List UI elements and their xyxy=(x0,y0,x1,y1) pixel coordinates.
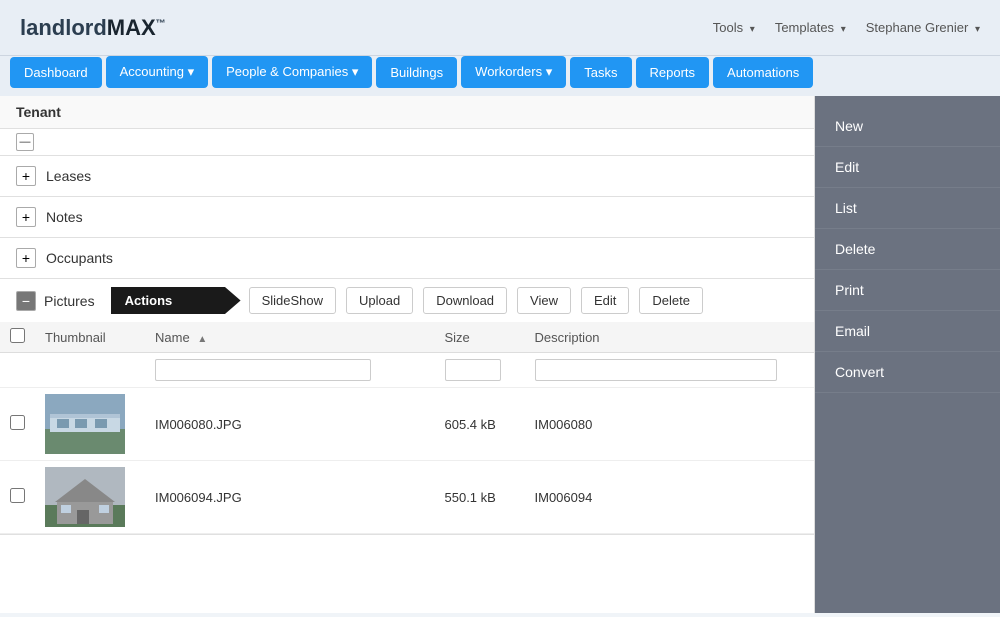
row1-thumbnail-cell xyxy=(35,388,145,461)
filter-size-cell xyxy=(435,353,525,388)
tenant-label-text: Tenant xyxy=(16,104,61,120)
nav-dashboard[interactable]: Dashboard xyxy=(10,57,102,88)
edit-pictures-button[interactable]: Edit xyxy=(581,287,629,314)
nav-automations[interactable]: Automations xyxy=(713,57,813,88)
select-all-checkbox[interactable] xyxy=(10,328,25,343)
row2-thumbnail xyxy=(45,467,125,527)
nav-accounting[interactable]: Accounting ▾ xyxy=(106,56,208,88)
col-description-header: Description xyxy=(525,322,815,353)
app-header: landlordMAX™ Tools ▾ Templates ▾ Stephan… xyxy=(0,0,1000,56)
leases-label: Leases xyxy=(46,168,91,184)
filter-thumbnail-cell xyxy=(35,353,145,388)
row1-size: 605.4 kB xyxy=(435,388,525,461)
menu-email[interactable]: Email xyxy=(815,311,1000,352)
menu-delete[interactable]: Delete xyxy=(815,229,1000,270)
tools-arrow: ▾ xyxy=(750,24,755,35)
row2-checkbox-cell xyxy=(0,461,35,534)
occupants-label: Occupants xyxy=(46,250,113,266)
delete-pictures-button[interactable]: Delete xyxy=(639,287,703,314)
filter-row xyxy=(0,353,814,388)
actions-label: Actions xyxy=(125,293,173,308)
pictures-label: Pictures xyxy=(44,293,95,309)
collapse-top-toggle[interactable]: — xyxy=(16,133,34,151)
nav-tasks[interactable]: Tasks xyxy=(570,57,631,88)
col-size-header: Size xyxy=(435,322,525,353)
row2-thumbnail-cell xyxy=(35,461,145,534)
user-label: Stephane Grenier xyxy=(866,20,969,35)
upload-button[interactable]: Upload xyxy=(346,287,413,314)
tools-menu[interactable]: Tools ▾ xyxy=(713,20,755,35)
nav-buildings[interactable]: Buildings xyxy=(376,57,457,88)
logo-tm: ™ xyxy=(156,18,166,29)
occupants-toggle[interactable]: + xyxy=(16,248,36,268)
table-row: IM006094.JPG 550.1 kB IM006094 xyxy=(0,461,814,534)
size-filter-input[interactable] xyxy=(445,359,501,381)
pictures-toggle[interactable]: − xyxy=(16,291,36,311)
menu-edit[interactable]: Edit xyxy=(815,147,1000,188)
main-layout: Tenant — + Leases + Notes + Occupants − … xyxy=(0,96,1000,613)
row1-checkbox-cell xyxy=(0,388,35,461)
name-sort-arrow: ▲ xyxy=(197,334,207,345)
scroll-top-row: — xyxy=(0,129,814,156)
user-menu[interactable]: Stephane Grenier ▾ xyxy=(866,20,980,35)
menu-list[interactable]: List xyxy=(815,188,1000,229)
filter-name-cell xyxy=(145,353,435,388)
menu-print[interactable]: Print xyxy=(815,270,1000,311)
notes-label: Notes xyxy=(46,209,83,225)
pictures-header: − Pictures Actions SlideShow Upload Down… xyxy=(0,279,814,322)
col-name-header[interactable]: Name ▲ xyxy=(145,322,435,353)
row1-description: IM006080 xyxy=(525,388,815,461)
templates-label: Templates xyxy=(775,20,834,35)
leases-section: + Leases xyxy=(0,156,814,197)
row2-name: IM006094.JPG xyxy=(145,461,435,534)
slideshow-button[interactable]: SlideShow xyxy=(249,287,336,314)
col-thumbnail-header: Thumbnail xyxy=(35,322,145,353)
templates-menu[interactable]: Templates ▾ xyxy=(775,20,846,35)
menu-new[interactable]: New xyxy=(815,106,1000,147)
col-checkbox-header xyxy=(0,322,35,353)
filter-checkbox-cell xyxy=(0,353,35,388)
tools-label: Tools xyxy=(713,20,743,35)
view-button[interactable]: View xyxy=(517,287,571,314)
tenant-section-header: Tenant xyxy=(0,96,814,129)
filter-description-cell xyxy=(525,353,815,388)
right-context-menu: New Edit List Delete Print Email Convert xyxy=(815,96,1000,613)
content-area: Tenant — + Leases + Notes + Occupants − … xyxy=(0,96,815,613)
menu-convert[interactable]: Convert xyxy=(815,352,1000,393)
templates-arrow: ▾ xyxy=(841,24,846,35)
name-filter-input[interactable] xyxy=(155,359,371,381)
main-navbar: Dashboard Accounting ▾ People & Companie… xyxy=(0,56,1000,96)
pictures-section: − Pictures Actions SlideShow Upload Down… xyxy=(0,279,814,535)
logo-max: MAX xyxy=(107,15,156,40)
actions-arrow-banner: Actions xyxy=(111,287,241,314)
notes-section: + Notes xyxy=(0,197,814,238)
nav-workorders[interactable]: Workorders ▾ xyxy=(461,56,566,88)
notes-toggle[interactable]: + xyxy=(16,207,36,227)
header-nav: Tools ▾ Templates ▾ Stephane Grenier ▾ xyxy=(713,20,980,35)
row2-description: IM006094 xyxy=(525,461,815,534)
nav-reports[interactable]: Reports xyxy=(636,57,710,88)
row2-thumb-img xyxy=(45,467,125,527)
logo-landlord: landlord xyxy=(20,15,107,40)
pictures-table: Thumbnail Name ▲ Size Description xyxy=(0,322,814,534)
download-button[interactable]: Download xyxy=(423,287,507,314)
table-row: IM006080.JPG 605.4 kB IM006080 xyxy=(0,388,814,461)
description-filter-input[interactable] xyxy=(535,359,778,381)
nav-people[interactable]: People & Companies ▾ xyxy=(212,56,372,88)
row2-size: 550.1 kB xyxy=(435,461,525,534)
row1-name: IM006080.JPG xyxy=(145,388,435,461)
app-logo: landlordMAX™ xyxy=(20,15,166,41)
user-arrow: ▾ xyxy=(975,24,980,35)
row1-thumbnail xyxy=(45,394,125,454)
table-header-row: Thumbnail Name ▲ Size Description xyxy=(0,322,814,353)
row2-checkbox[interactable] xyxy=(10,488,25,503)
leases-toggle[interactable]: + xyxy=(16,166,36,186)
row1-checkbox[interactable] xyxy=(10,415,25,430)
occupants-section: + Occupants xyxy=(0,238,814,279)
row1-thumb-img xyxy=(45,394,125,454)
